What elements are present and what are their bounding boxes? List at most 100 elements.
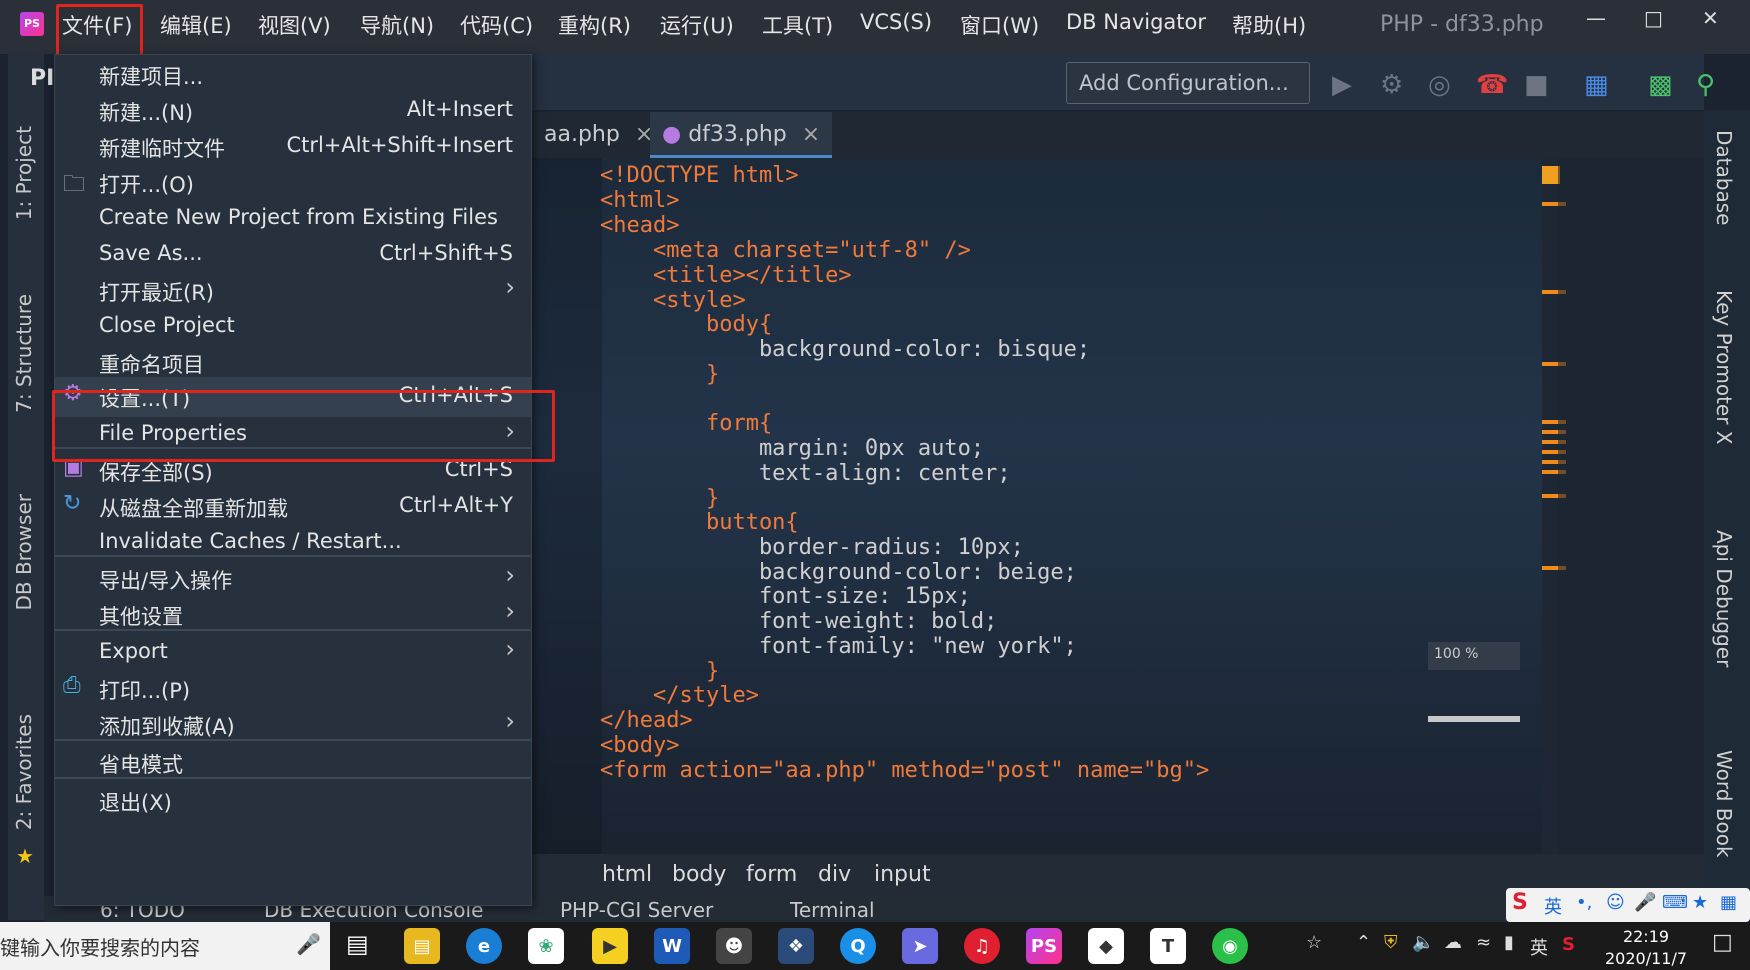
skin-icon[interactable]: ★ — [1692, 892, 1708, 913]
maximize-icon[interactable]: □ — [1644, 6, 1663, 30]
emoji-icon[interactable]: ☺ — [1606, 892, 1625, 913]
crumb-form[interactable]: form — [746, 862, 797, 887]
menu-item-new[interactable]: 新建...(N) Alt+Insert — [55, 91, 531, 129]
volume-icon[interactable]: 🔈 — [1412, 932, 1434, 953]
wifi-icon[interactable]: ≈ — [1476, 932, 1491, 953]
minimize-icon[interactable]: — — [1586, 6, 1606, 30]
ime-toolbar: S 英 •, ☺ 🎤 ⌨ ★ ▦ — [1506, 888, 1750, 922]
tab-php-cgi-server[interactable]: PHP-CGI Server — [560, 898, 713, 922]
wechat-icon[interactable]: ◉ — [1212, 928, 1248, 964]
microphone-icon[interactable]: 🎤 — [296, 932, 321, 956]
menu-item-new-project[interactable]: 新建项目... — [55, 55, 531, 93]
tab-db-browser[interactable]: DB Browser — [12, 494, 36, 611]
tab-structure[interactable]: 7: Structure — [12, 294, 36, 413]
tab-word-book[interactable]: Word Book — [1712, 750, 1736, 858]
crumb-div[interactable]: div — [818, 862, 851, 887]
people-icon[interactable]: ☆ — [1306, 932, 1322, 953]
ime-mode[interactable]: 英 — [1544, 893, 1562, 919]
close-icon[interactable]: ✕ — [1702, 6, 1719, 30]
file-explorer-icon[interactable]: ▤ — [404, 928, 440, 964]
app-avatar-icon[interactable]: ☻ — [716, 928, 752, 964]
app-icon-2[interactable]: ❖ — [778, 928, 814, 964]
menu-item-export-import[interactable]: 导出/导入操作 › — [55, 559, 531, 597]
listen-debug-icon[interactable]: ☎ — [1476, 70, 1508, 100]
run-icon[interactable]: ▶ — [1332, 70, 1352, 100]
menu-item-export[interactable]: Export › — [55, 633, 531, 671]
menu-code[interactable]: 代码(C) — [460, 10, 533, 40]
language-indicator[interactable]: 英 — [1530, 934, 1548, 960]
app-icon-3[interactable]: ➤ — [902, 928, 938, 964]
menu-edit[interactable]: 编辑(E) — [160, 10, 232, 40]
voice-icon[interactable]: 🎤 — [1634, 892, 1656, 913]
notification-icon[interactable]: □ — [1712, 930, 1733, 955]
menu-item-save-as[interactable]: Save As... Ctrl+Shift+S — [55, 235, 531, 273]
menu-db-navigator[interactable]: DB Navigator — [1066, 10, 1206, 34]
crumb-html[interactable]: html — [602, 862, 652, 887]
menu-item-other-settings[interactable]: 其他设置 › — [55, 595, 531, 633]
horizontal-scrollbar[interactable] — [1428, 716, 1520, 722]
code-minimap[interactable] — [1558, 158, 1704, 854]
app-icon[interactable]: ❀ — [528, 928, 564, 964]
taskbar-clock[interactable]: 22:19 2020/11/7 — [1598, 926, 1694, 970]
tab-project[interactable]: 1: Project — [12, 126, 36, 220]
cloud-icon[interactable]: ☁ — [1444, 932, 1462, 953]
keyboard-icon[interactable]: ⌨ — [1662, 892, 1688, 913]
tab-key-promoter[interactable]: Key Promoter X — [1712, 290, 1736, 445]
tab-favorites[interactable]: 2: Favorites — [12, 714, 36, 830]
menu-run[interactable]: 运行(U) — [660, 10, 734, 40]
menu-navigate[interactable]: 导航(N) — [360, 10, 434, 40]
taskbar-search-input[interactable]: 键输入你要搜索的内容 🎤 — [0, 922, 330, 970]
menu-item-create-from-existing[interactable]: Create New Project from Existing Files — [55, 199, 531, 237]
sogou-icon[interactable]: S — [1562, 934, 1575, 955]
error-stripe[interactable] — [1542, 158, 1566, 854]
menu-window[interactable]: 窗口(W) — [960, 10, 1039, 40]
menu-item-add-to-favorites[interactable]: 添加到收藏(A) › — [55, 705, 531, 743]
crumb-body[interactable]: body — [672, 862, 726, 887]
tab-database[interactable]: Database — [1712, 130, 1736, 225]
crumb-input[interactable]: input — [874, 862, 931, 887]
qq-icon[interactable]: Q — [840, 928, 876, 964]
punctuation-icon[interactable]: •, — [1576, 892, 1592, 913]
stop-icon[interactable]: ■ — [1524, 70, 1549, 100]
menu-refactor[interactable]: 重构(R) — [558, 10, 631, 40]
task-view-icon[interactable]: ▤ — [346, 930, 369, 958]
typora-icon[interactable]: T — [1150, 928, 1186, 964]
menu-item-new-scratch[interactable]: 新建临时文件 Ctrl+Alt+Shift+Insert — [55, 127, 531, 165]
menu-item-print[interactable]: ⎙ 打印...(P) — [55, 669, 531, 707]
coverage-icon[interactable]: ◎ — [1428, 70, 1451, 100]
menu-item-open-recent[interactable]: 打开最近(R) › — [55, 271, 531, 309]
battery-icon[interactable]: ▮ — [1504, 932, 1514, 953]
terminal-icon[interactable]: ▩ — [1648, 70, 1673, 100]
window-title: PHP - df33.php — [1380, 12, 1544, 37]
word-icon[interactable]: W — [654, 928, 690, 964]
menu-item-exit[interactable]: 退出(X) — [55, 781, 531, 819]
shield-icon[interactable]: ⛨ — [1384, 932, 1398, 953]
tab-terminal[interactable]: Terminal — [790, 898, 875, 922]
tab-api-debugger[interactable]: Api Debugger — [1712, 530, 1736, 667]
phpstorm-icon[interactable]: PS — [1026, 928, 1062, 964]
menu-item-reload-all[interactable]: ↻ 从磁盘全部重新加载 Ctrl+Alt+Y — [55, 487, 531, 525]
menu-vcs[interactable]: VCS(S) — [860, 10, 932, 34]
menu-view[interactable]: 视图(V) — [258, 10, 331, 40]
add-configuration-button[interactable]: Add Configuration... — [1066, 62, 1310, 104]
netease-music-icon[interactable]: ♫ — [964, 928, 1000, 964]
menu-help[interactable]: 帮助(H) — [1232, 10, 1306, 40]
menu-item-rename-project[interactable]: 重命名项目 — [55, 343, 531, 381]
edge-icon[interactable]: e — [466, 928, 502, 964]
translate-icon[interactable]: ▦ — [1584, 70, 1609, 100]
search-icon[interactable]: ⚲ — [1696, 70, 1715, 100]
chevron-up-icon[interactable]: ⌃ — [1356, 932, 1371, 953]
tab-close-icon[interactable]: × — [802, 122, 820, 147]
menu-tools[interactable]: 工具(T) — [762, 10, 833, 40]
tab-df33-php[interactable]: ● df33.php × — [650, 112, 833, 158]
menu-divider — [55, 555, 531, 557]
debug-icon[interactable]: ⚙ — [1380, 70, 1403, 100]
menu-item-close-project[interactable]: Close Project — [55, 307, 531, 345]
toolbox-icon[interactable]: ▦ — [1720, 892, 1737, 913]
tab-aa-php[interactable]: aa.php × — [532, 112, 665, 158]
menu-item-open[interactable]: 🗀 打开...(O) — [55, 163, 531, 201]
menu-item-power-save[interactable]: 省电模式 — [55, 743, 531, 781]
app-icon-4[interactable]: ◆ — [1088, 928, 1124, 964]
code-editor[interactable]: <!DOCTYPE html> <html> <head> <meta char… — [532, 158, 1542, 854]
player-icon[interactable]: ▶ — [592, 928, 628, 964]
